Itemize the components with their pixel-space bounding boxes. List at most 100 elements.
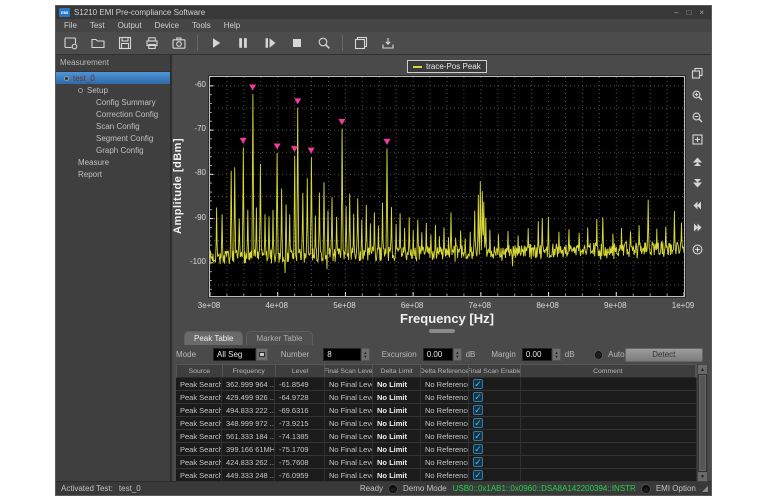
scroll-up-icon[interactable]: [688, 153, 706, 170]
cell-frequency: 429.499 926 ...: [222, 391, 275, 403]
splitter-grip[interactable]: [429, 329, 455, 333]
table-row[interactable]: Peak Search362.999 964 ...-61.8549No Fin…: [176, 378, 697, 391]
mode-dropdown-icon[interactable]: [256, 348, 267, 361]
tree-item-setup[interactable]: Setup: [56, 84, 170, 96]
peak-marker-icon[interactable]: [383, 139, 390, 145]
margin-input[interactable]: 0.00: [522, 348, 552, 361]
print-icon[interactable]: [143, 34, 161, 52]
demo-mode-led-icon[interactable]: [389, 485, 397, 493]
table-row[interactable]: Peak Search494.833 222 ...-69.6316No Fin…: [176, 404, 697, 417]
zoom-fit-icon[interactable]: [688, 131, 706, 148]
screenshot-icon[interactable]: [170, 34, 188, 52]
tree-item-config-summary[interactable]: Config Summary: [56, 96, 170, 108]
tree-item-segment-config[interactable]: Segment Config: [56, 132, 170, 144]
menu-device[interactable]: Device: [155, 21, 179, 30]
scroll-left-icon[interactable]: [688, 197, 706, 214]
number-label: Number: [281, 350, 309, 359]
detect-button[interactable]: Detect: [625, 348, 703, 362]
stop-icon[interactable]: [288, 34, 306, 52]
table-row[interactable]: Peak Search429.499 926 ...-64.9728No Fin…: [176, 391, 697, 404]
menu-help[interactable]: Help: [224, 21, 240, 30]
excursion-input[interactable]: 0.00: [423, 348, 453, 361]
run-icon[interactable]: [207, 34, 225, 52]
menu-output[interactable]: Output: [118, 21, 142, 30]
tree-item-test_0[interactable]: test_0: [56, 72, 170, 84]
table-scrollbar[interactable]: ▲ ▼: [697, 364, 708, 482]
final-scan-enable-checkbox[interactable]: ✓: [473, 379, 483, 389]
margin-spinner[interactable]: ▲▼: [552, 348, 561, 361]
tab-marker-table[interactable]: Marker Table: [246, 331, 312, 345]
scrollbar-thumb[interactable]: [699, 375, 706, 471]
chart-legend[interactable]: trace-Pos Peak: [407, 60, 487, 73]
final-scan-enable-checkbox[interactable]: ✓: [473, 431, 483, 441]
final-scan-enable-checkbox[interactable]: ✓: [473, 392, 483, 402]
zoom-in-icon[interactable]: [688, 87, 706, 104]
resize-grip-icon[interactable]: ◢: [702, 484, 708, 493]
tree-expand-icon[interactable]: [64, 76, 69, 81]
copy-window-icon[interactable]: [352, 34, 370, 52]
open-config-icon[interactable]: [62, 34, 80, 52]
final-scan-enable-checkbox[interactable]: ✓: [473, 470, 483, 480]
continue-icon[interactable]: [261, 34, 279, 52]
peak-marker-icon[interactable]: [291, 146, 298, 152]
final-scan-enable-checkbox[interactable]: ✓: [473, 457, 483, 467]
table-row[interactable]: Peak Search561.333 184 ...-74.1385No Fin…: [176, 430, 697, 443]
peak-marker-icon[interactable]: [338, 119, 345, 125]
auto-radio[interactable]: [595, 351, 603, 359]
peak-marker-icon[interactable]: [240, 138, 247, 144]
number-input[interactable]: 8: [323, 348, 361, 361]
tree-item-measure[interactable]: Measure: [56, 156, 170, 168]
menu-tools[interactable]: Tools: [192, 21, 211, 30]
scroll-down-arrow-icon[interactable]: ▼: [698, 472, 707, 481]
number-spinner[interactable]: ▲▼: [361, 348, 370, 361]
tree-item-report[interactable]: Report: [56, 168, 170, 180]
minimize-button[interactable]: –: [674, 8, 678, 18]
column-header-delta_limit[interactable]: Delta Limit: [373, 365, 421, 377]
open-folder-icon[interactable]: [89, 34, 107, 52]
column-header-delta_reference[interactable]: Delta Reference: [421, 365, 469, 377]
column-header-frequency[interactable]: Frequency: [223, 365, 276, 377]
scroll-down-icon[interactable]: [688, 175, 706, 192]
column-header-level[interactable]: Level: [276, 365, 326, 377]
plot-area[interactable]: [209, 76, 685, 297]
peak-marker-icon[interactable]: [249, 85, 256, 91]
column-header-source[interactable]: Source: [177, 365, 223, 377]
table-row[interactable]: Peak Search399.166 61MHz-75.1709No Final…: [176, 443, 697, 456]
tree-item-graph-config[interactable]: Graph Config: [56, 144, 170, 156]
scroll-up-arrow-icon[interactable]: ▲: [698, 365, 707, 374]
menu-test[interactable]: Test: [90, 21, 105, 30]
emi-option-led-icon[interactable]: [642, 485, 650, 493]
column-header-comment[interactable]: Comment: [521, 365, 696, 377]
column-header-enabled[interactable]: Final Scan Enable: [469, 365, 521, 377]
tree-item-correction-config[interactable]: Correction Config: [56, 108, 170, 120]
peak-marker-icon[interactable]: [294, 98, 301, 104]
peak-marker-icon[interactable]: [274, 143, 281, 149]
column-header-final_scan_level[interactable]: Final Scan Level: [325, 365, 373, 377]
mode-select[interactable]: All Seg: [213, 348, 256, 361]
scroll-right-icon[interactable]: [688, 219, 706, 236]
save-icon[interactable]: [116, 34, 134, 52]
final-scan-enable-checkbox[interactable]: ✓: [473, 418, 483, 428]
tree-expand-icon[interactable]: [78, 88, 83, 93]
import-icon[interactable]: [379, 34, 397, 52]
table-row[interactable]: Peak Search449.333 248 ...-76.0959No Fin…: [176, 469, 697, 482]
table-row[interactable]: Peak Search348.999 972 ...-73.9215No Fin…: [176, 417, 697, 430]
copy-pages-icon[interactable]: [688, 65, 706, 82]
peak-marker-icon[interactable]: [308, 148, 315, 154]
final-scan-enable-checkbox[interactable]: ✓: [473, 405, 483, 415]
tab-peak-table[interactable]: Peak Table: [184, 331, 243, 345]
pause-icon[interactable]: [234, 34, 252, 52]
table-row[interactable]: Peak Search424.833 262 ...-75.7608No Fin…: [176, 456, 697, 469]
title-bar[interactable]: EMI S1210 EMI Pre-compliance Software – …: [56, 6, 711, 19]
marker-add-icon[interactable]: [688, 241, 706, 258]
zoom-out-icon[interactable]: [688, 109, 706, 126]
y-tick-label: -90: [182, 213, 206, 222]
search-icon[interactable]: [315, 34, 333, 52]
maximize-button[interactable]: □: [686, 8, 691, 18]
final-scan-enable-checkbox[interactable]: ✓: [473, 444, 483, 454]
main-panel: trace-Pos Peak Amplitude [dBm] -60-70-80…: [172, 55, 711, 481]
tree-item-scan-config[interactable]: Scan Config: [56, 120, 170, 132]
close-button[interactable]: ×: [699, 8, 704, 18]
menu-file[interactable]: File: [64, 21, 77, 30]
excursion-spinner[interactable]: ▲▼: [453, 348, 462, 361]
